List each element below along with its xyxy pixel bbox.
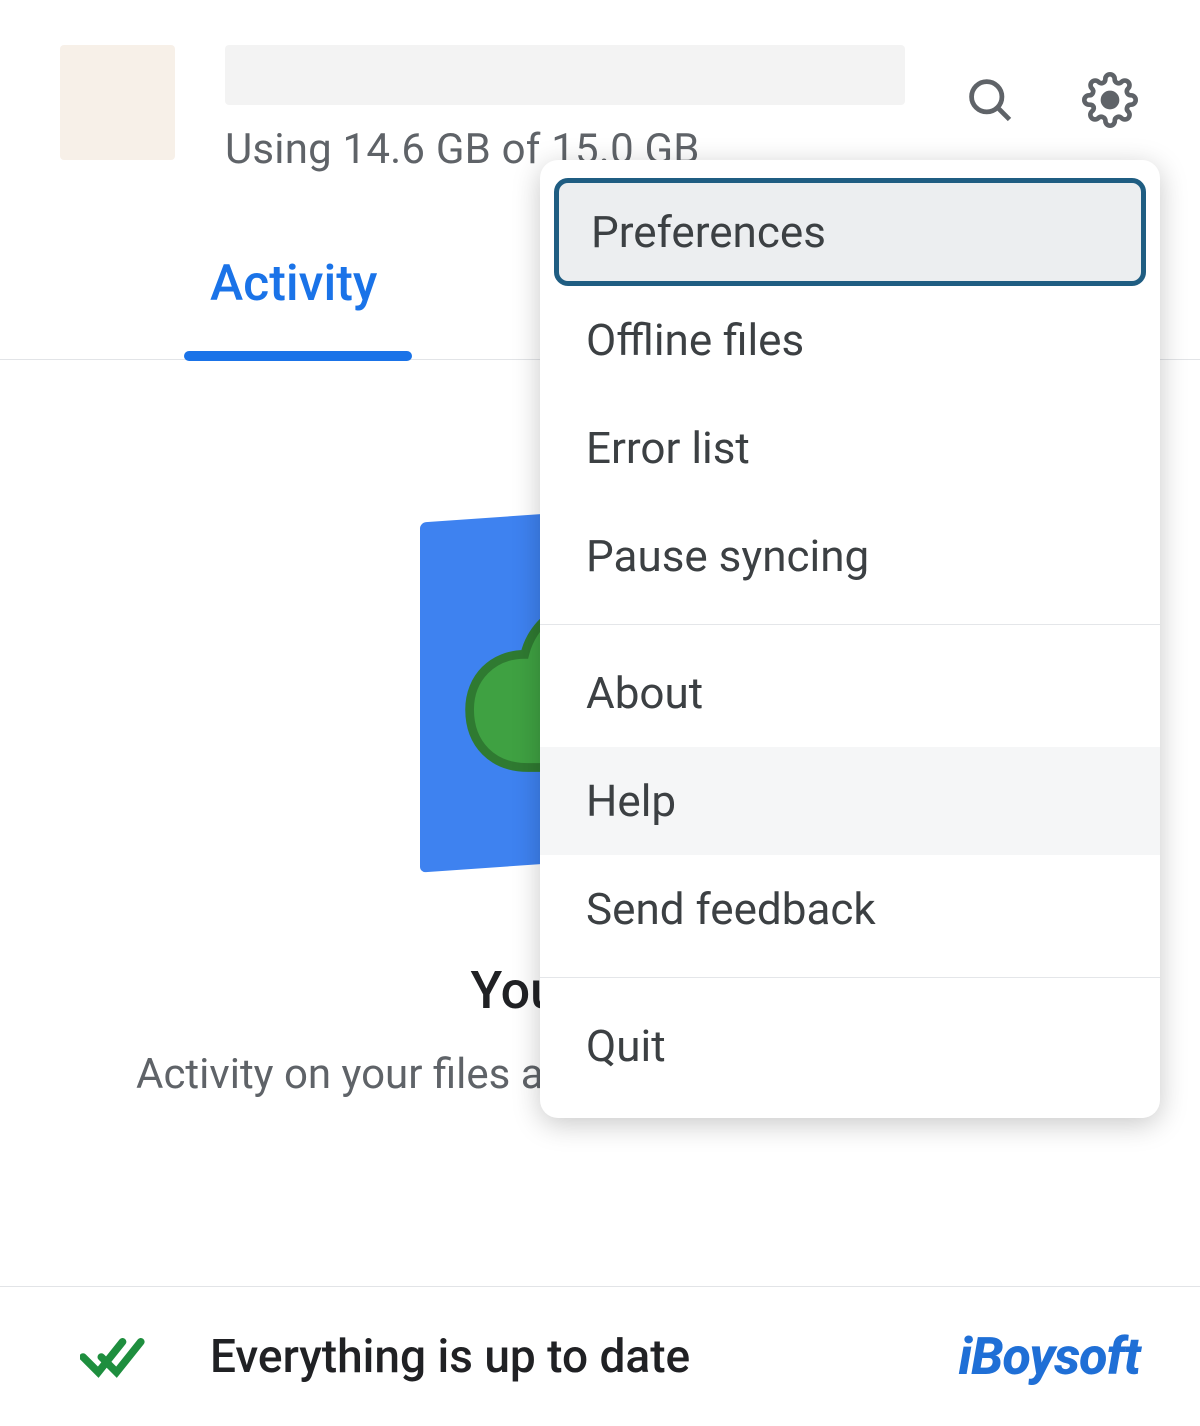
account-name-redacted <box>225 45 905 105</box>
menu-item-help[interactable]: Help <box>540 747 1160 855</box>
brand-watermark: iBoysoft <box>959 1326 1141 1387</box>
brand-text: iBoysoft <box>959 1326 1141 1387</box>
footer: Everything is up to date iBoysoft <box>0 1286 1200 1426</box>
settings-button[interactable] <box>1080 70 1140 130</box>
search-icon <box>964 74 1016 126</box>
gear-icon <box>1082 72 1138 128</box>
menu-item-about[interactable]: About <box>540 639 1160 747</box>
menu-item-offline-files[interactable]: Offline files <box>540 286 1160 394</box>
sync-status-icon <box>80 1327 160 1387</box>
app-window: Using 14.6 GB of 15.0 GB Activity <box>0 0 1200 1426</box>
tab-activity[interactable]: Activity <box>210 255 377 313</box>
menu-item-pause-syncing[interactable]: Pause syncing <box>540 502 1160 610</box>
avatar[interactable] <box>60 45 175 160</box>
sync-status-text: Everything is up to date <box>210 1330 959 1384</box>
menu-item-error-list[interactable]: Error list <box>540 394 1160 502</box>
menu-separator <box>540 977 1160 978</box>
menu-item-send-feedback[interactable]: Send feedback <box>540 855 1160 963</box>
search-button[interactable] <box>960 70 1020 130</box>
menu-item-quit[interactable]: Quit <box>540 992 1160 1100</box>
menu-separator <box>540 624 1160 625</box>
settings-menu: Preferences Offline files Error list Pau… <box>540 160 1160 1118</box>
menu-item-preferences[interactable]: Preferences <box>554 178 1146 286</box>
